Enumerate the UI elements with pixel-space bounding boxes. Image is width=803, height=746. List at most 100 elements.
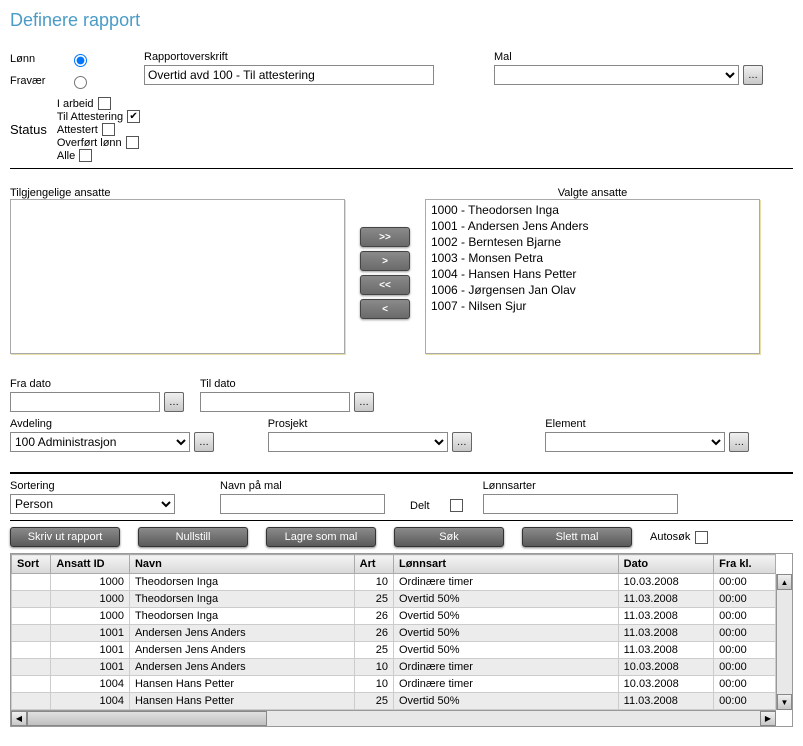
selected-list-item[interactable]: 1007 - Nilsen Sjur	[428, 298, 757, 314]
delt-checkbox[interactable]	[450, 499, 463, 512]
navnpamal-label: Navn på mal	[220, 480, 400, 492]
prosjekt-label: Prosjekt	[268, 418, 496, 430]
grid-cell: 10.03.2008	[618, 659, 714, 676]
skrivut-button[interactable]: Skriv ut rapport	[10, 527, 120, 547]
grid-cell: 10.03.2008	[618, 676, 714, 693]
grid-cell: 00:00	[714, 591, 776, 608]
grid-cell: 00:00	[714, 625, 776, 642]
grid-cell: 11.03.2008	[618, 642, 714, 659]
fradato-browse-button[interactable]: …	[164, 392, 184, 412]
grid-cell: 11.03.2008	[618, 693, 714, 710]
table-row[interactable]: 1004Hansen Hans Petter10Ordinære timer10…	[12, 676, 776, 693]
status-attestert-label: Attestert	[57, 124, 98, 136]
grid-cell	[12, 591, 51, 608]
table-row[interactable]: 1000Theodorsen Inga10Ordinære timer10.03…	[12, 574, 776, 591]
grid-cell: 1004	[51, 676, 130, 693]
grid-header-cell[interactable]: Sort	[12, 555, 51, 574]
table-row[interactable]: 1000Theodorsen Inga26Overtid 50%11.03.20…	[12, 608, 776, 625]
selected-label: Valgte ansatte	[425, 187, 760, 199]
sortering-select[interactable]: Person	[10, 494, 175, 514]
scroll-down-icon[interactable]: ▼	[777, 694, 792, 710]
table-row[interactable]: 1001Andersen Jens Anders25Overtid 50%11.…	[12, 642, 776, 659]
table-row[interactable]: 1004Hansen Hans Petter25Overtid 50%11.03…	[12, 693, 776, 710]
scroll-up-icon[interactable]: ▲	[777, 574, 792, 590]
vertical-scrollbar[interactable]: ▲ ▼	[776, 574, 792, 710]
tildato-browse-button[interactable]: …	[354, 392, 374, 412]
scroll-right-icon[interactable]: ▶	[760, 711, 776, 726]
element-select[interactable]	[545, 432, 725, 452]
selected-list-item[interactable]: 1003 - Monsen Petra	[428, 250, 757, 266]
grid-header-cell[interactable]: Ansatt ID	[51, 555, 130, 574]
grid-cell: 11.03.2008	[618, 591, 714, 608]
grid-cell: Overtid 50%	[393, 591, 618, 608]
status-alle-label: Alle	[57, 150, 75, 162]
add-all-button[interactable]: >>	[360, 227, 410, 247]
status-iarbeid-checkbox[interactable]	[98, 97, 111, 110]
grid-cell: Hansen Hans Petter	[129, 693, 354, 710]
fradato-input[interactable]	[10, 392, 160, 412]
remove-all-button[interactable]: <<	[360, 275, 410, 295]
status-label: Status	[10, 122, 47, 137]
grid-cell	[12, 693, 51, 710]
navnpamal-input[interactable]	[220, 494, 385, 514]
table-row[interactable]: 1001Andersen Jens Anders10Ordinære timer…	[12, 659, 776, 676]
rapportoverskrift-input[interactable]	[144, 65, 434, 85]
nullstill-button[interactable]: Nullstill	[138, 527, 248, 547]
result-grid: SortAnsatt IDNavnArtLønnsartDatoFra kl. …	[10, 553, 793, 727]
prosjekt-select[interactable]	[268, 432, 448, 452]
radio-lonn-label: Lønn	[10, 53, 65, 65]
grid-cell: Theodorsen Inga	[129, 574, 354, 591]
slettmal-button[interactable]: Slett mal	[522, 527, 632, 547]
grid-cell: 00:00	[714, 693, 776, 710]
type-radio-group: Lønn Fravær	[10, 51, 114, 89]
selected-list-item[interactable]: 1006 - Jørgensen Jan Olav	[428, 282, 757, 298]
selected-list-item[interactable]: 1004 - Hansen Hans Petter	[428, 266, 757, 282]
status-tilattestering-checkbox[interactable]: ✔	[127, 110, 140, 123]
selected-list-item[interactable]: 1002 - Berntesen Bjarne	[428, 234, 757, 250]
status-attestert-checkbox[interactable]	[102, 123, 115, 136]
grid-cell: 00:00	[714, 642, 776, 659]
grid-header-cell[interactable]: Navn	[129, 555, 354, 574]
grid-cell: 10	[354, 574, 393, 591]
mal-select[interactable]	[494, 65, 739, 85]
radio-lonn[interactable]	[74, 54, 87, 67]
status-tilattestering-label: Til Attestering	[57, 111, 123, 123]
table-row[interactable]: 1001Andersen Jens Anders26Overtid 50%11.…	[12, 625, 776, 642]
autosok-checkbox[interactable]	[695, 531, 708, 544]
available-listbox[interactable]	[10, 199, 345, 354]
sok-button[interactable]: Søk	[394, 527, 504, 547]
grid-cell: 00:00	[714, 608, 776, 625]
element-browse-button[interactable]: …	[729, 432, 749, 452]
mal-browse-button[interactable]: …	[743, 65, 763, 85]
remove-button[interactable]: <	[360, 299, 410, 319]
status-overfort-checkbox[interactable]	[126, 136, 139, 149]
selected-listbox[interactable]: 1000 - Theodorsen Inga1001 - Andersen Je…	[425, 199, 760, 354]
grid-header-cell[interactable]: Art	[354, 555, 393, 574]
lagresommal-button[interactable]: Lagre som mal	[266, 527, 376, 547]
prosjekt-browse-button[interactable]: …	[452, 432, 472, 452]
selected-list-item[interactable]: 1001 - Andersen Jens Anders	[428, 218, 757, 234]
grid-cell: 00:00	[714, 574, 776, 591]
status-alle-checkbox[interactable]	[79, 149, 92, 162]
grid-cell: 25	[354, 642, 393, 659]
add-button[interactable]: >	[360, 251, 410, 271]
tildato-input[interactable]	[200, 392, 350, 412]
grid-cell: Ordinære timer	[393, 676, 618, 693]
grid-cell: 1000	[51, 574, 130, 591]
status-overfort-label: Overført lønn	[57, 137, 122, 149]
avdeling-select[interactable]: 100 Administrasjon	[10, 432, 190, 452]
scroll-thumb[interactable]	[27, 711, 267, 726]
horizontal-scrollbar[interactable]: ◀ ▶	[11, 710, 776, 726]
selected-list-item[interactable]: 1000 - Theodorsen Inga	[428, 202, 757, 218]
grid-header-cell[interactable]: Dato	[618, 555, 714, 574]
table-row[interactable]: 1000Theodorsen Inga25Overtid 50%11.03.20…	[12, 591, 776, 608]
status-row: Status I arbeidTil Attestering✔Attestert…	[10, 97, 793, 162]
grid-cell: 11.03.2008	[618, 625, 714, 642]
grid-cell: 1001	[51, 659, 130, 676]
lonnsarter-input[interactable]	[483, 494, 678, 514]
scroll-left-icon[interactable]: ◀	[11, 711, 27, 726]
grid-header-cell[interactable]: Fra kl.	[714, 555, 776, 574]
grid-header-cell[interactable]: Lønnsart	[393, 555, 618, 574]
radio-fravaer[interactable]	[74, 76, 87, 89]
avdeling-browse-button[interactable]: …	[194, 432, 214, 452]
